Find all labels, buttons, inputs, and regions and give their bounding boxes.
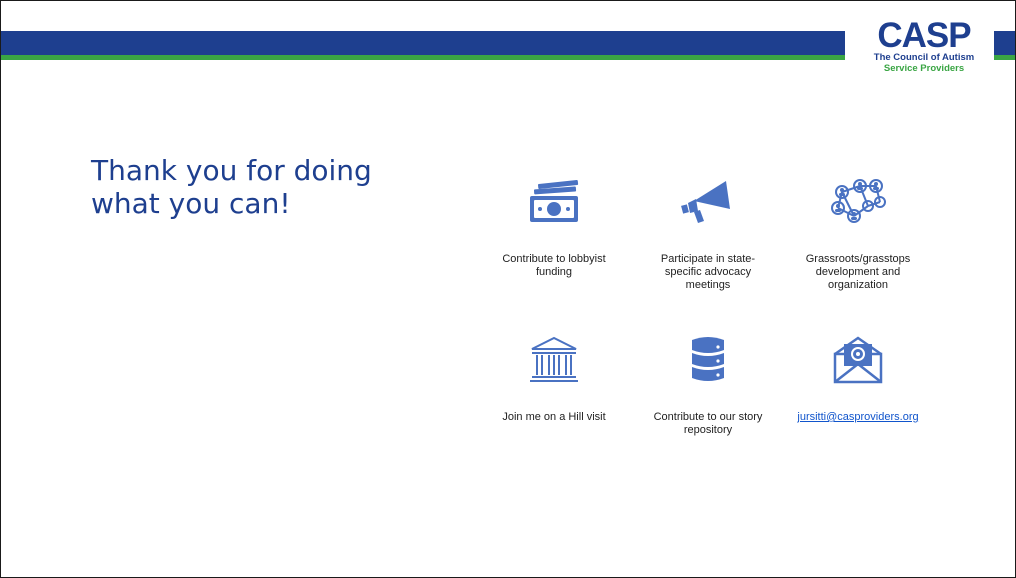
slide-title: Thank you for doing what you can!: [91, 154, 372, 220]
action-label: Join me on a Hill visit: [502, 411, 606, 423]
casp-logo: CASP The Council of Autism Service Provi…: [863, 18, 985, 80]
email-link[interactable]: jursitti@casproviders.org: [797, 411, 918, 423]
action-email-contact: jursitti@casproviders.org: [793, 329, 923, 424]
action-advocacy-meetings: Participate in state-specific advocacy m…: [643, 171, 773, 292]
database-icon: [692, 337, 724, 381]
capitol-building-icon: [530, 336, 578, 382]
action-label: Participate in state-specific advocacy m…: [660, 253, 756, 291]
logo-subtitle-line2: Service Providers: [883, 63, 965, 74]
action-grassroots: Grassroots/grasstops development and org…: [793, 171, 923, 292]
header-accent-stripe-right: [994, 55, 1015, 60]
action-label: Contribute to our story repository: [653, 411, 763, 436]
header-accent-stripe: [1, 55, 845, 60]
email-envelope-icon: [833, 336, 883, 384]
action-label: Contribute to lobbyist funding: [502, 253, 606, 278]
action-label: Grassroots/grasstops development and org…: [805, 253, 911, 291]
money-icon: [530, 180, 579, 222]
action-story-repository: Contribute to our story repository: [643, 329, 773, 437]
megaphone-icon: [681, 181, 730, 223]
logo-wordmark: CASP: [877, 16, 971, 55]
network-people-icon: [831, 179, 886, 223]
action-hill-visit: Join me on a Hill visit: [489, 329, 619, 424]
header-band: [1, 31, 845, 55]
action-lobbyist-funding: Contribute to lobbyist funding: [489, 171, 619, 279]
header-band-right: [994, 31, 1015, 55]
slide: CASP The Council of Autism Service Provi…: [0, 0, 1016, 578]
